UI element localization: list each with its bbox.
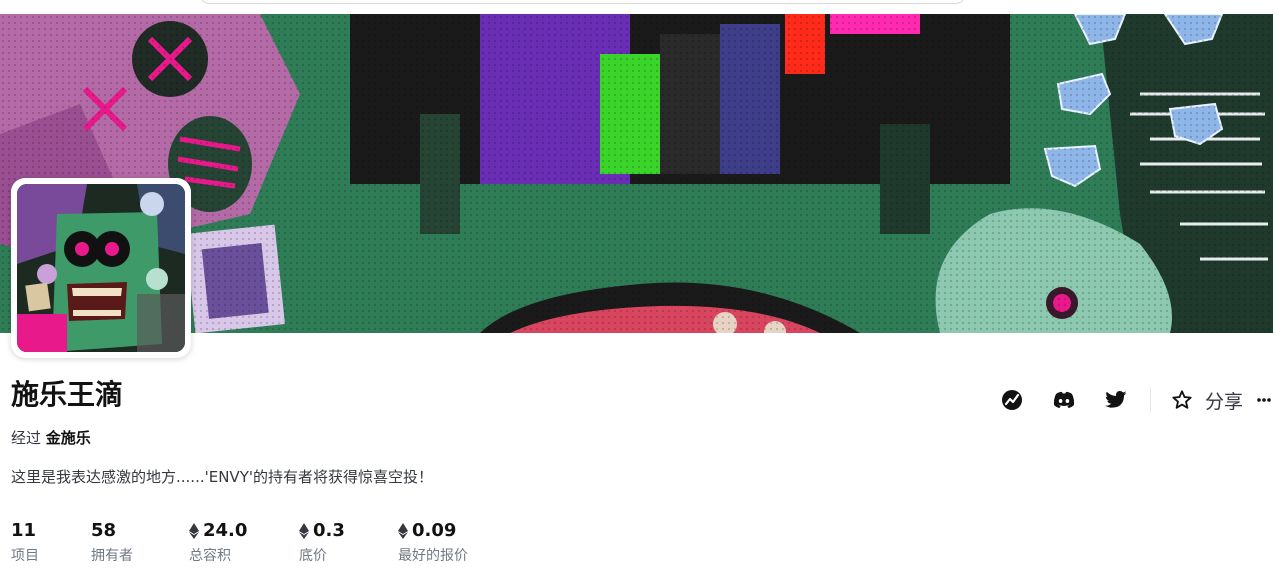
stat-value: 24.0 [203, 520, 248, 541]
more-dots-icon [1257, 398, 1271, 402]
collection-description: 这里是我表达感激的地方......'ENVY'的持有者将获得惊喜空投！ [11, 468, 433, 486]
by-prefix: 经过 [11, 429, 42, 447]
collection-avatar [11, 178, 191, 358]
ethereum-icon [189, 523, 199, 539]
share-label: 分享 [1204, 390, 1243, 413]
ethereum-icon [299, 523, 309, 539]
stat-owners[interactable]: 58 拥有者 [91, 520, 189, 565]
stat-value: 58 [91, 520, 117, 541]
avatar-artwork [17, 184, 185, 352]
stat-label: 底价 [299, 548, 327, 564]
stat-value: 11 [11, 520, 37, 541]
stat-label: 项目 [11, 548, 39, 564]
analytics-button[interactable] [986, 380, 1038, 420]
byline: 经过 金施乐 [11, 427, 91, 448]
star-icon [1172, 390, 1192, 409]
stat-label: 最好的报价 [398, 548, 468, 564]
stat-label: 总容积 [189, 548, 231, 564]
stat-value: 0.09 [412, 520, 457, 541]
stat-value: 0.3 [313, 520, 345, 541]
stat-volume[interactable]: 24.0 总容积 [189, 520, 299, 565]
discord-icon [1053, 391, 1075, 408]
top-strip [0, 0, 1273, 14]
more-options-button[interactable] [1243, 380, 1273, 420]
stat-best-offer[interactable]: 0.09 最好的报价 [398, 520, 508, 565]
twitter-icon [1105, 391, 1127, 408]
discord-button[interactable] [1038, 380, 1090, 420]
collection-title: 施乐王滴 [11, 378, 124, 411]
twitter-button[interactable] [1090, 380, 1142, 420]
ethereum-icon [398, 523, 408, 539]
collection-actions: 分享 [986, 380, 1273, 420]
stat-floor-price[interactable]: 0.3 底价 [299, 520, 398, 565]
actions-divider [1149, 387, 1151, 413]
stat-label: 拥有者 [91, 548, 133, 564]
share-button[interactable]: 分享 [1161, 387, 1243, 414]
stat-items[interactable]: 11 项目 [11, 520, 91, 565]
search-bar-edge[interactable] [200, 0, 965, 4]
creator-link[interactable]: 金施乐 [46, 429, 91, 447]
analytics-icon [1001, 390, 1022, 410]
stats-bar: 11 项目 58 拥有者 24.0 总容积 0.3 底价 0.09 最好的报价 [11, 520, 508, 565]
